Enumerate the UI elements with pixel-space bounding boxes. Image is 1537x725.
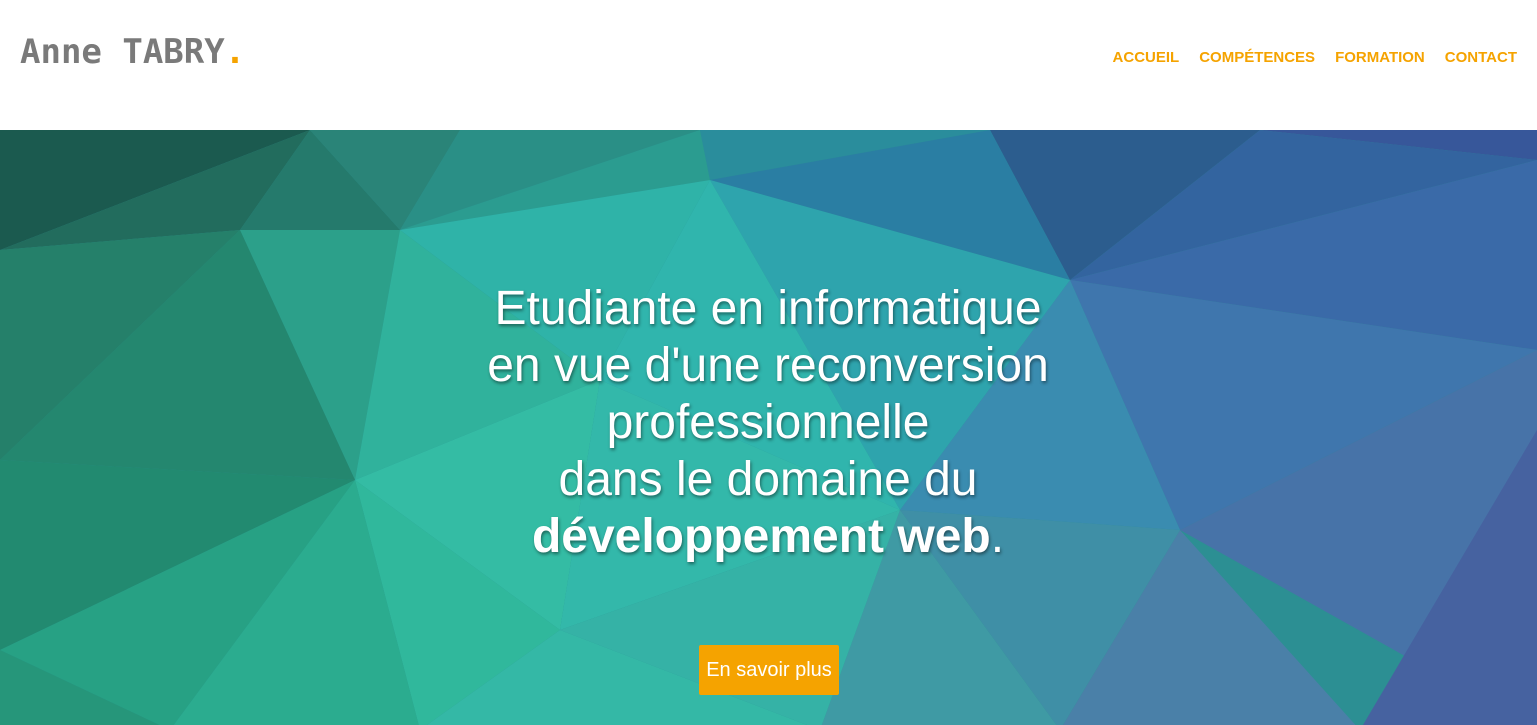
hero-line-2: en vue d'une reconversion — [487, 339, 1049, 392]
hero-line-4: dans le domaine du — [558, 453, 978, 506]
hero-headline: Etudiante en informatique en vue d'une r… — [368, 280, 1168, 565]
site-header: Anne TABRY. ACCUEIL COMPÉTENCES FORMATIO… — [0, 0, 1537, 130]
nav-link-contact[interactable]: CONTACT — [1445, 48, 1517, 68]
hero-emphasis-suffix: . — [990, 510, 1005, 563]
hero-line-3: professionnelle — [606, 396, 930, 449]
hero-line-1: Etudiante en informatique — [494, 282, 1042, 335]
hero-emphasis: développement web — [531, 510, 991, 563]
nav-link-competences[interactable]: COMPÉTENCES — [1199, 48, 1315, 68]
hero-section: Etudiante en informatique en vue d'une r… — [0, 130, 1537, 725]
hero-line-5: développement web. — [368, 508, 1168, 565]
main-nav: ACCUEIL COMPÉTENCES FORMATION CONTACT — [1113, 48, 1517, 68]
nav-link-formation[interactable]: FORMATION — [1335, 48, 1425, 68]
site-logo[interactable]: Anne TABRY. — [20, 30, 245, 74]
logo-dot: . — [224, 32, 246, 72]
nav-link-accueil[interactable]: ACCUEIL — [1113, 48, 1180, 68]
logo-name: Anne TABRY — [20, 32, 225, 72]
learn-more-button[interactable]: En savoir plus — [699, 645, 839, 695]
